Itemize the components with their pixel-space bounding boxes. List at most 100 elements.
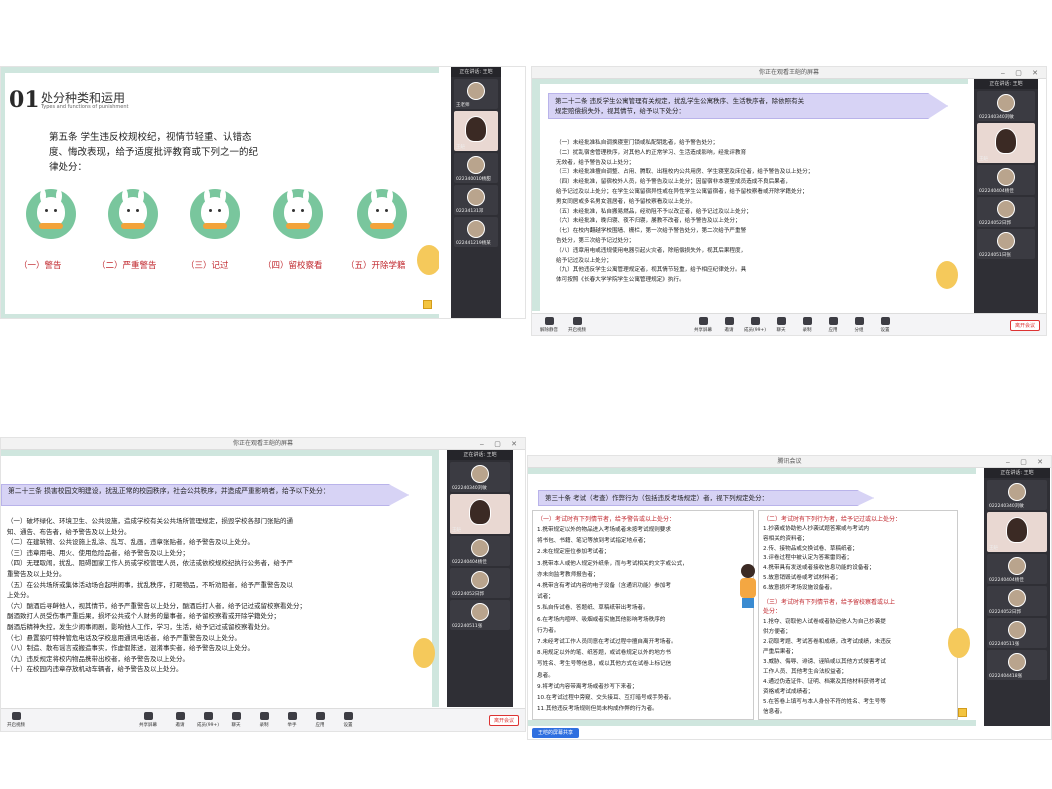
text-line: 容相关的资料者； [763, 535, 808, 542]
participant-video-tile[interactable]: 王皑 [450, 494, 510, 534]
slide-top-border [528, 468, 976, 474]
toolbar-label: 聊天 [231, 723, 241, 728]
microphone-icon [544, 317, 554, 325]
participant-name: 02224052日郭 [979, 221, 1011, 226]
box-body: 1.抢夺、窃取他人试卷或者胁迫他人为自己抄袭提 供方便者； 2.窃取考题、考试答卷和… [763, 617, 891, 717]
participant-rail[interactable]: 正在讲话: 王皑 022240340刘敏 王皑 022240404杨佳 0222… [447, 450, 513, 707]
avatar [469, 499, 491, 525]
start-video-button[interactable]: 开启视频 [566, 317, 588, 333]
leave-meeting-button[interactable]: 离开会议 [488, 715, 519, 726]
participant-tile[interactable]: 022340010杨甜 [454, 153, 498, 183]
participant-tile[interactable]: 0222404418张 [987, 650, 1047, 680]
text-line: 男女同居或多名男女混居者，给予留校察看及以上处分。 [556, 198, 696, 205]
slide-area: 01 处分种类和运用 Types and functions of punish… [1, 67, 439, 318]
invite-button[interactable]: 邀请 [169, 712, 191, 728]
text-line: （五）在公共场所或集体活动场合起哄闹事，扰乱秩序，打砸物品，不听劝阻者，给予严重… [7, 580, 293, 589]
apps-button[interactable]: 应用 [822, 317, 844, 333]
participant-tile[interactable]: 022240404杨佳 [977, 165, 1035, 195]
balloon-decoration [936, 261, 958, 289]
bunny-icon [273, 189, 323, 239]
participant-tile[interactable]: 022240404杨佳 [987, 554, 1047, 584]
raise-hand-button[interactable]: 举手 [281, 712, 303, 728]
unmute-button[interactable]: 解除静音 [538, 317, 560, 333]
members-button[interactable]: 成员(99+) [744, 317, 766, 333]
text-line: 工作人员、其他考生合法权益者； [763, 669, 847, 675]
settings-button[interactable]: 设置 [874, 317, 896, 333]
text-line: 上处分。 [7, 591, 33, 600]
participant-video-tile[interactable]: 王皑 [987, 512, 1047, 552]
punishment-label: （二）严重警告 [97, 261, 157, 271]
start-video-button[interactable]: 开启视频 [5, 712, 27, 728]
bunny-icon [357, 189, 407, 239]
text-line: 6.故意损坏考场设施设备者。 [763, 584, 836, 591]
participant-name: 022240404杨佳 [979, 189, 1014, 194]
toolbar-label: 邀请 [724, 328, 734, 333]
participant-name: 王皑 [989, 546, 998, 551]
window-titlebar: 你正在观看王皑的屏幕 ‒ ▢ ✕ [1, 438, 525, 450]
text-line: （六）未经批准，晚归寝、夜不归寝，屡教不改者，给予警告及以上处分； [556, 218, 741, 225]
toolbar-label: 成员(99+) [197, 723, 220, 728]
participant-tile[interactable]: 022240511张 [987, 618, 1047, 648]
chat-button[interactable]: 聊天 [770, 317, 792, 333]
text-line: 1.携带规定以外的物品进入考场或者未按考试规则要求 [537, 527, 671, 533]
text-line: 3.威胁、侮辱、诽谤、诬陷或以其他方式侵害考试 [763, 659, 886, 665]
share-screen-button[interactable]: 共享屏幕 [692, 317, 714, 333]
avatar [1006, 517, 1028, 543]
text-line: （四）未经批准，留宿校外人员，给予警告及以上处分；因留宿非本寝室成员造成不良后果… [556, 179, 791, 186]
participant-tile[interactable]: 022441219杨某 [454, 217, 498, 247]
record-button[interactable]: 录制 [253, 712, 275, 728]
text-line: 7.未经考试工作人员同意在考试过程中擅自离开考场者。 [537, 639, 677, 646]
apps-icon [315, 712, 325, 720]
text-line: （八）违章用电或违规使用电器引起火灾者，除赔偿损失外，视其后果程度， [556, 247, 747, 254]
screen-share-indicator[interactable]: 王皑的屏幕共享 [532, 728, 580, 738]
camera-icon [11, 712, 21, 720]
participant-tile[interactable]: 02224052日郭 [450, 568, 510, 598]
leave-meeting-button[interactable]: 离开会议 [1009, 320, 1040, 331]
participant-tile[interactable]: 022240404杨佳 [450, 536, 510, 566]
participant-tile[interactable]: 王老师 [454, 79, 498, 109]
participant-rail[interactable]: 正在讲话: 王皑 王老师 王皑 022340010杨甜 02234131邓 02… [451, 67, 501, 318]
text-line: 给予记过及以上处分； [556, 257, 612, 264]
camera-icon [572, 317, 582, 325]
text-line: 10.在考试过程中旁窥、交头接耳、互打暗号或手势者。 [537, 695, 675, 702]
participant-tile[interactable]: 02224051日张 [977, 229, 1035, 259]
window-controls-icon[interactable]: ‒ ▢ ✕ [480, 438, 521, 450]
record-button[interactable]: 录制 [796, 317, 818, 333]
text-line: 2.未在规定座位参加考试者； [537, 549, 610, 556]
participant-video-tile[interactable]: 王皑 [454, 111, 498, 151]
invite-button[interactable]: 邀请 [718, 317, 740, 333]
breakout-icon [854, 317, 864, 325]
participant-tile[interactable]: 02224052日郭 [987, 586, 1047, 616]
window-controls-icon[interactable]: ‒ ▢ ✕ [1006, 456, 1047, 468]
apps-button[interactable]: 应用 [309, 712, 331, 728]
participant-video-tile[interactable]: 王皑 [977, 123, 1035, 163]
share-screen-button[interactable]: 共享屏幕 [137, 712, 159, 728]
share-screen-icon [143, 712, 153, 720]
window-controls-icon[interactable]: ‒ ▢ ✕ [1001, 67, 1042, 79]
participant-tile[interactable]: 022240340刘敏 [450, 462, 510, 492]
participant-tile[interactable]: 022240340刘敏 [987, 480, 1047, 510]
participant-tile[interactable]: 02234131邓 [454, 185, 498, 215]
participant-name: 02224052日郭 [989, 610, 1021, 615]
ribbon-text: 第二十三条 损害校园文明建设，扰乱正常的校园秩序，社会公共秩序，并造成严重影响者… [8, 487, 330, 495]
participant-tile[interactable]: 022340340刘敏 [977, 91, 1035, 121]
participant-rail[interactable]: 正在讲话: 王皑 022240340刘敏 王皑 022240404杨佳 0222… [984, 468, 1050, 726]
participant-rail[interactable]: 正在讲话: 王皑 022340340刘敏 王皑 022240404杨佳 0222… [974, 79, 1038, 315]
participant-tile[interactable]: 02224052日郭 [977, 197, 1035, 227]
punishment-label: （一）警告 [19, 261, 62, 271]
chat-button[interactable]: 聊天 [225, 712, 247, 728]
text-line: （七）悬置狼叮特种管危电话及学校息用通讯电话者，给予严重警告及以上处分。 [7, 633, 241, 642]
box-body: 1.携带规定以外的物品进入考场或者未按考试规则要求 将书包、书籍、笔记等放到考试指… [537, 525, 688, 715]
slide-right-border [432, 450, 439, 707]
members-button[interactable]: 成员(99+) [197, 712, 219, 728]
slide-top-border [1, 450, 439, 456]
text-line: 将书包、书籍、笔记等放到考试指定地点者； [537, 538, 649, 545]
slide-left-border [1, 67, 5, 318]
avatar [995, 128, 1017, 154]
settings-button[interactable]: 设置 [337, 712, 359, 728]
gift-icon [423, 300, 432, 309]
text-line: 资格或考试成绩者； [763, 689, 814, 695]
participant-tile[interactable]: 022240511张 [450, 600, 510, 630]
breakout-button[interactable]: 分组 [848, 317, 870, 333]
avatar [1008, 483, 1026, 501]
